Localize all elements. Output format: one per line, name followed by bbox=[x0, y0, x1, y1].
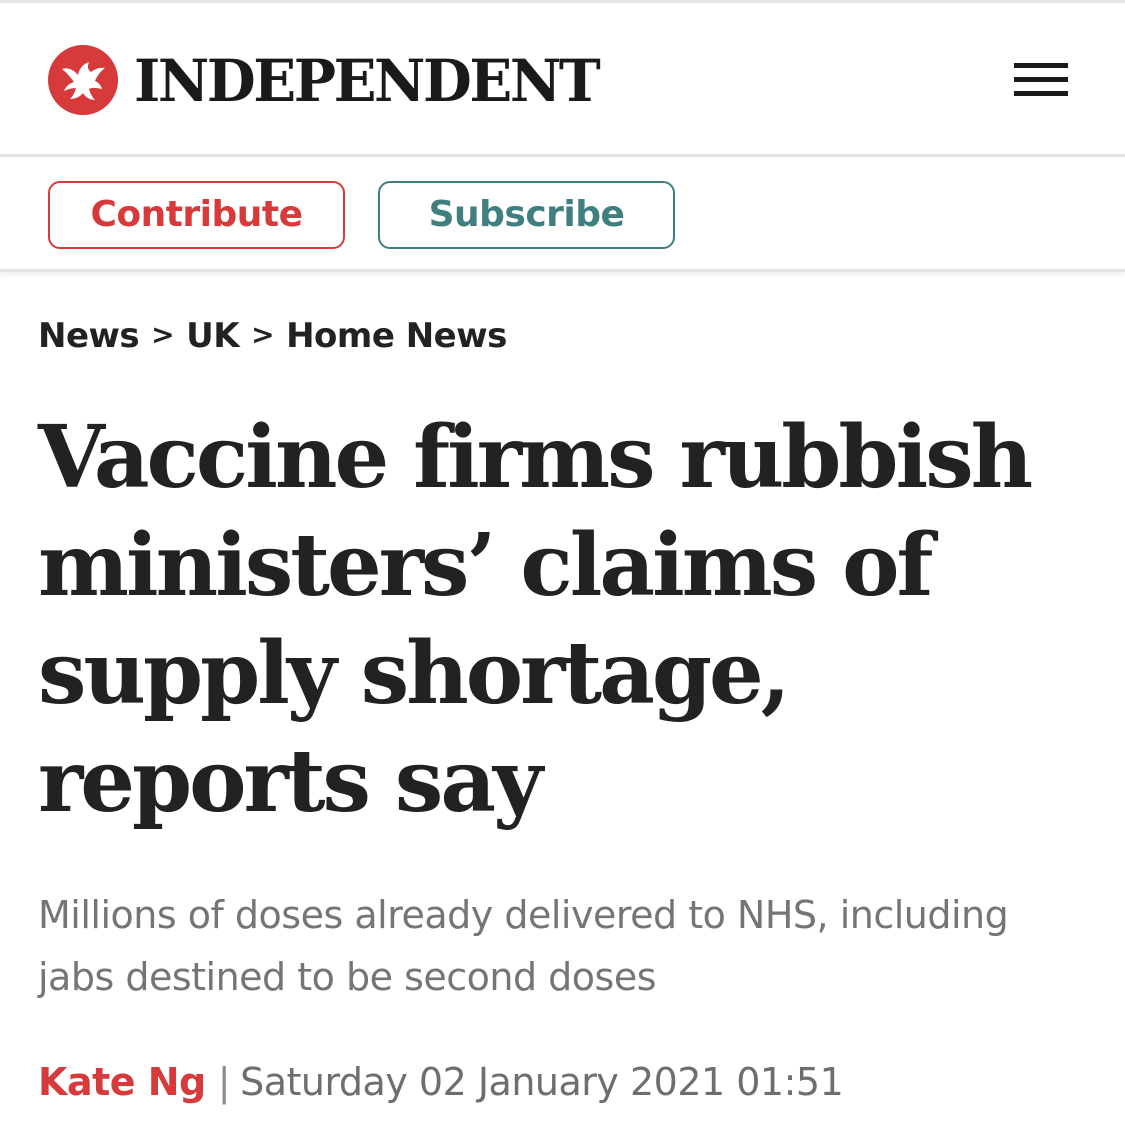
breadcrumb-home-news[interactable]: Home News bbox=[286, 316, 507, 356]
eagle-icon[interactable] bbox=[48, 45, 118, 115]
publish-date: Saturday 02 January 2021 01:51 bbox=[240, 1060, 844, 1104]
byline-separator: | bbox=[217, 1060, 231, 1104]
breadcrumb-news[interactable]: News bbox=[38, 316, 140, 356]
hamburger-menu-icon[interactable] bbox=[1010, 59, 1070, 103]
menu-bar bbox=[1014, 63, 1068, 68]
breadcrumb-separator: > bbox=[151, 318, 175, 351]
brand-wordmark[interactable]: INDEPENDENT bbox=[134, 45, 601, 117]
author-link[interactable]: Kate Ng bbox=[38, 1060, 206, 1104]
site-header: INDEPENDENT bbox=[0, 0, 1125, 154]
menu-bar bbox=[1014, 91, 1068, 96]
article-standfirst: Millions of doses already delivered to N… bbox=[38, 893, 1009, 999]
breadcrumb-uk[interactable]: UK bbox=[186, 316, 239, 356]
support-action-bar: Contribute Subscribe bbox=[0, 154, 1125, 272]
breadcrumb: News > UK > Home News bbox=[38, 312, 507, 362]
subscribe-button[interactable]: Subscribe bbox=[378, 181, 675, 249]
contribute-button[interactable]: Contribute bbox=[48, 181, 345, 249]
article-byline: Kate Ng | Saturday 02 January 2021 01:51 bbox=[38, 1052, 844, 1112]
article-headline: Vaccine firms rubbish ministers’ claims … bbox=[38, 407, 1033, 832]
breadcrumb-separator: > bbox=[251, 318, 275, 351]
menu-bar bbox=[1014, 77, 1068, 82]
